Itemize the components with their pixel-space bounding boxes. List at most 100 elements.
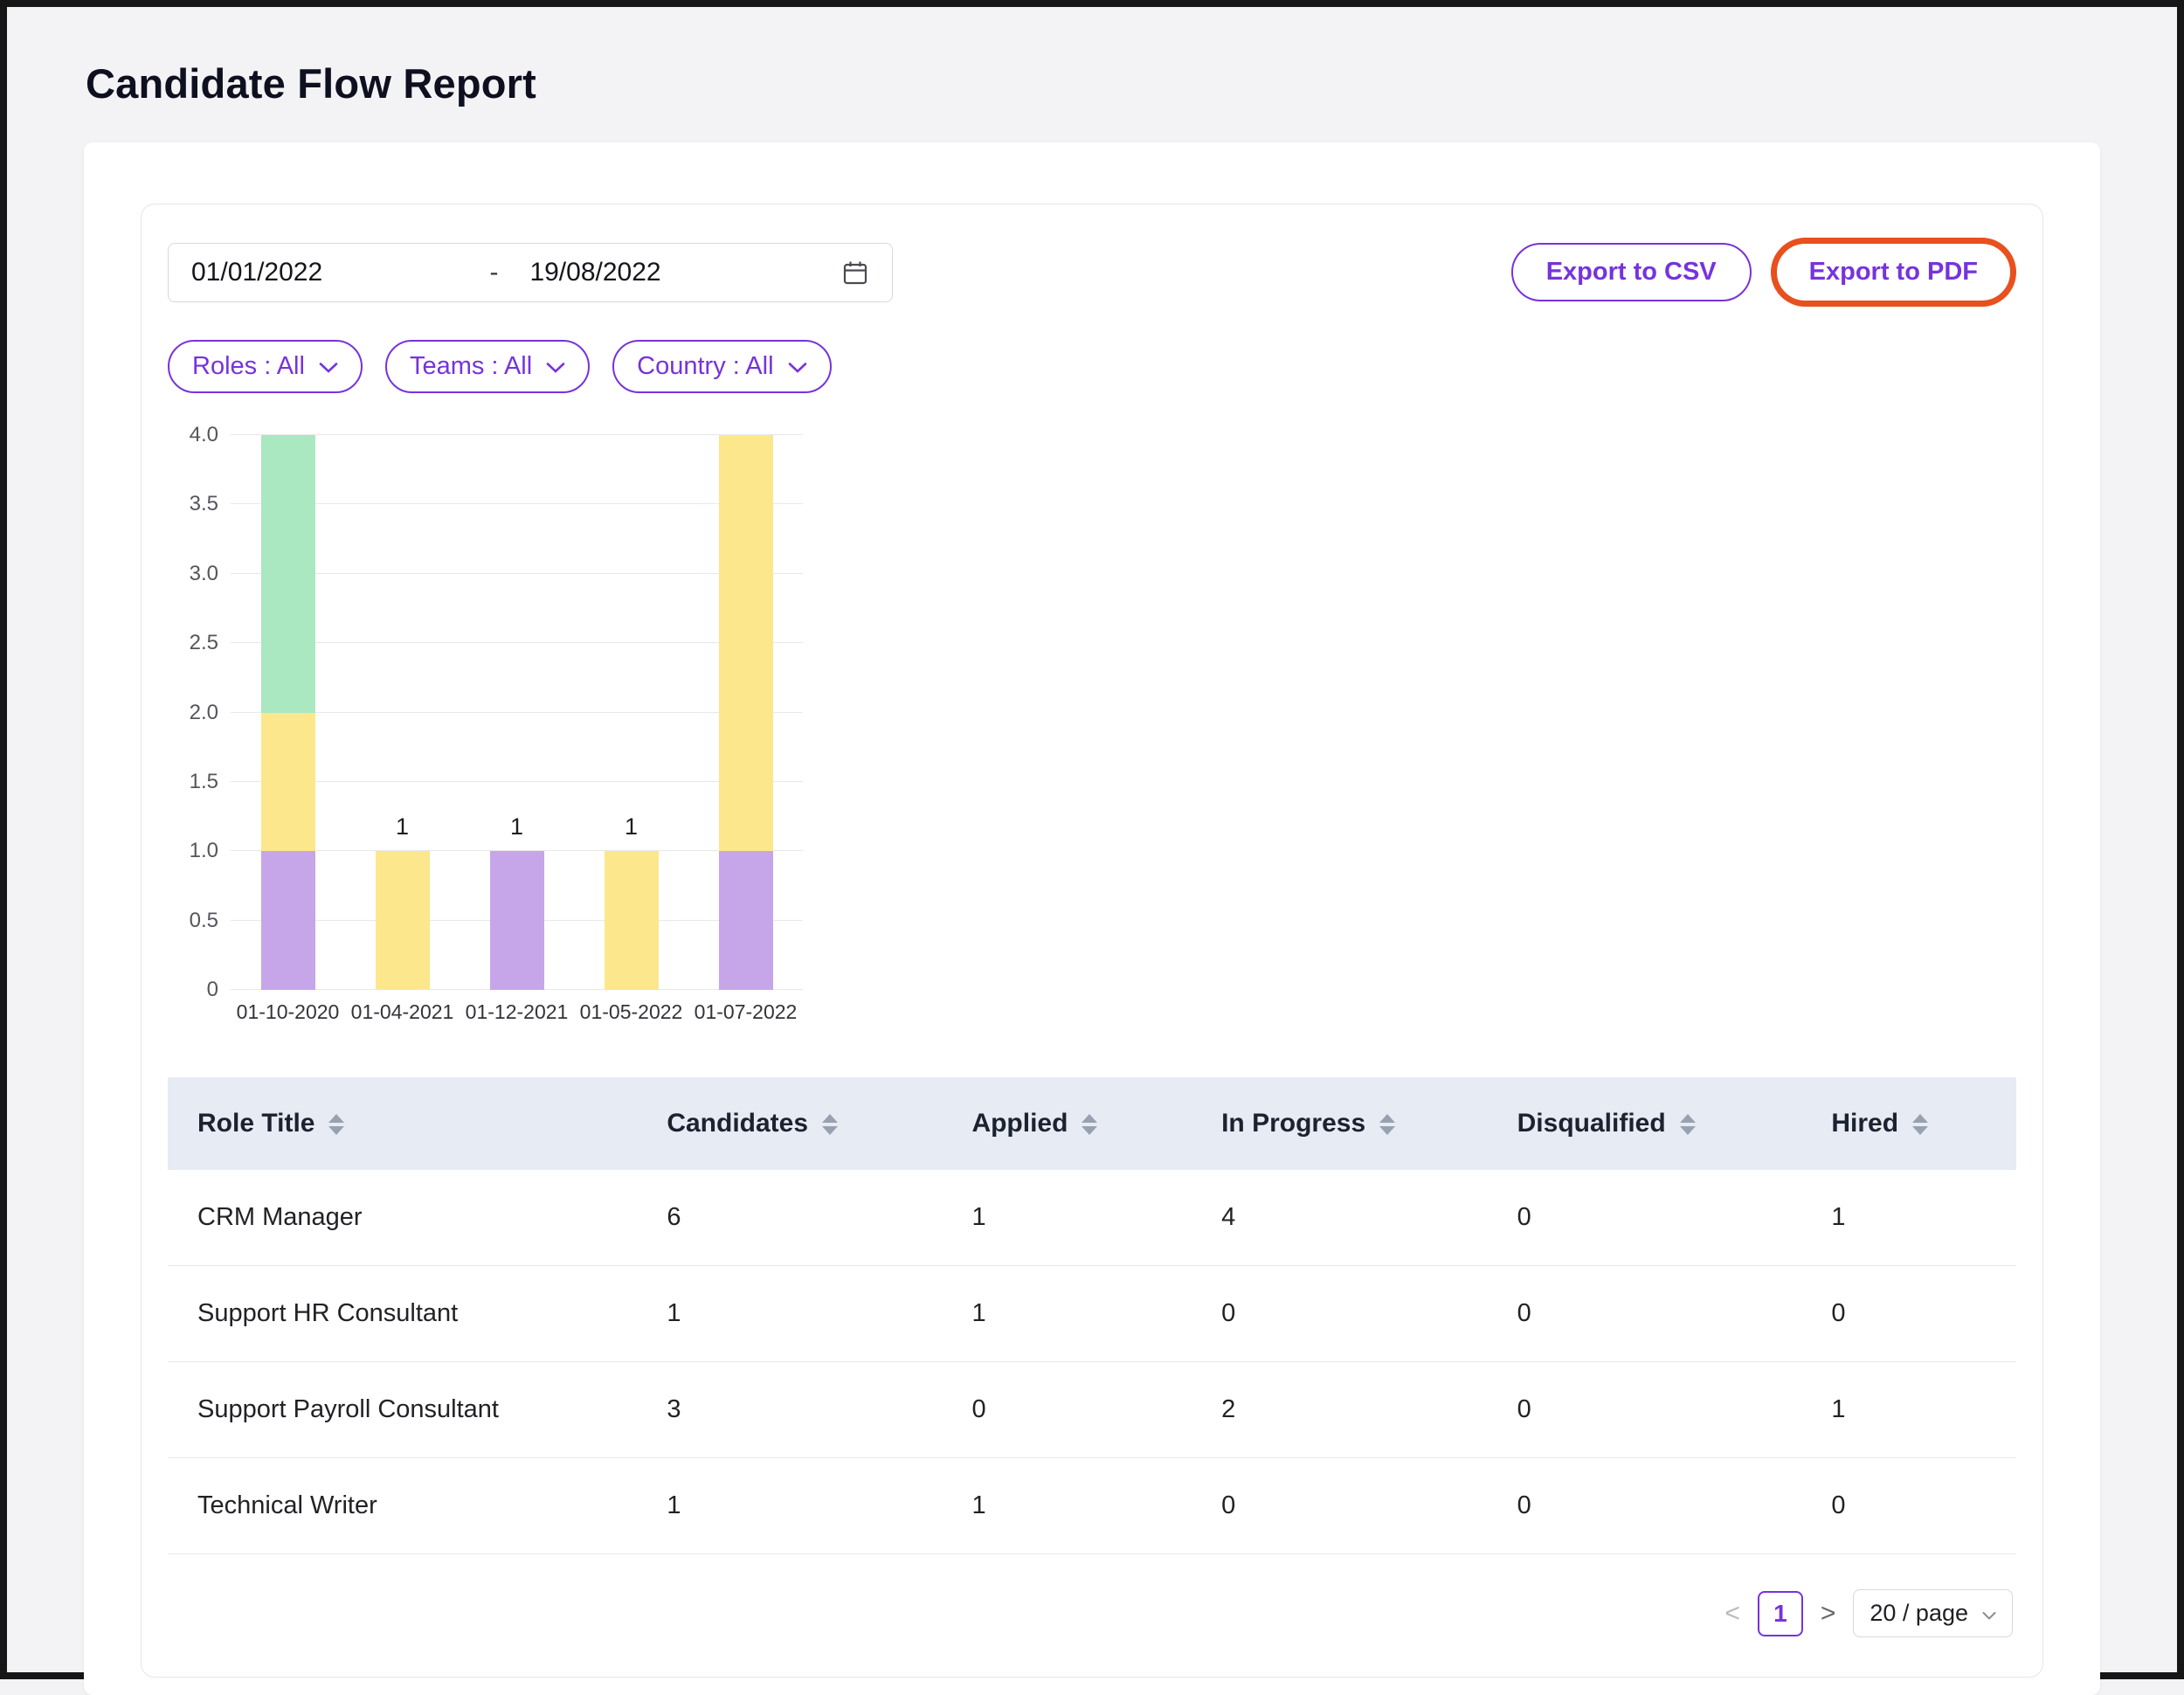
- chart-y-axis: 00.51.01.52.02.53.03.54.0: [168, 435, 231, 990]
- column-header-label: Disqualified: [1517, 1109, 1666, 1138]
- filter-country[interactable]: Country : All: [612, 340, 831, 393]
- gridline: [231, 642, 803, 643]
- filter-teams-label: Teams : All: [410, 352, 532, 381]
- chart-plot: 111: [231, 435, 803, 990]
- gridline: [231, 503, 803, 504]
- date-range-picker[interactable]: 01/01/2022 - 19/08/2022: [168, 243, 893, 302]
- pagination-prev-button[interactable]: <: [1724, 1601, 1740, 1627]
- table-cell: 1: [667, 1266, 971, 1362]
- pagination-next-button[interactable]: >: [1821, 1601, 1836, 1627]
- y-tick-label: 2.0: [190, 701, 218, 725]
- table-cell: 1: [1831, 1362, 2016, 1458]
- x-tick-label: 01-10-2020: [231, 1000, 345, 1024]
- chevron-down-icon: [319, 352, 338, 381]
- table-cell: Support HR Consultant: [168, 1266, 667, 1362]
- chevron-down-icon: [546, 352, 565, 381]
- report-card: 01/01/2022 - 19/08/2022 Export to CSV: [84, 142, 2100, 1695]
- pagination-page-button[interactable]: 1: [1758, 1591, 1803, 1636]
- export-csv-button[interactable]: Export to CSV: [1511, 243, 1752, 301]
- candidate-flow-chart: 00.51.01.52.02.53.03.54.0 111 01-10-2020…: [168, 435, 2016, 1032]
- table-cell: 1: [971, 1170, 1221, 1266]
- sort-icon[interactable]: [822, 1114, 838, 1135]
- page-size-select[interactable]: 20 / page: [1853, 1589, 2013, 1637]
- sort-icon[interactable]: [328, 1114, 344, 1135]
- table-cell: 0: [1517, 1266, 1832, 1362]
- y-tick-label: 3.5: [190, 492, 218, 516]
- chart-x-axis: 01-10-202001-04-202101-12-202101-05-2022…: [231, 990, 803, 1032]
- column-header-hired[interactable]: Hired: [1831, 1077, 2016, 1170]
- sort-icon[interactable]: [1912, 1114, 1928, 1135]
- chevron-down-icon: [1982, 1600, 1996, 1627]
- table-cell: Support Payroll Consultant: [168, 1362, 667, 1458]
- column-header-label: In Progress: [1221, 1109, 1365, 1138]
- x-tick-label: 01-07-2022: [688, 1000, 803, 1024]
- column-header-applied[interactable]: Applied: [971, 1077, 1221, 1170]
- chart-plot-area: 111 01-10-202001-04-202101-12-202101-05-…: [231, 435, 803, 1032]
- calendar-icon[interactable]: [841, 259, 869, 287]
- y-tick-label: 4.0: [190, 423, 218, 447]
- export-buttons-group: Export to CSV Export to PDF: [1511, 238, 2016, 307]
- column-header-label: Candidates: [667, 1109, 808, 1138]
- table-cell: 0: [1517, 1170, 1832, 1266]
- date-start-value[interactable]: 01/01/2022: [191, 258, 489, 287]
- report-panel: 01/01/2022 - 19/08/2022 Export to CSV: [141, 204, 2043, 1678]
- bar-segment-green: [261, 435, 315, 713]
- date-separator: -: [489, 258, 498, 287]
- bar-value-label: 1: [460, 813, 574, 841]
- table-cell: 1: [971, 1458, 1221, 1554]
- bar-segment-yellow: [605, 851, 659, 990]
- column-header-candidates[interactable]: Candidates: [667, 1077, 971, 1170]
- table-cell: 1: [1831, 1170, 2016, 1266]
- filter-teams[interactable]: Teams : All: [385, 340, 590, 393]
- y-tick-label: 0.5: [190, 909, 218, 933]
- table-header-row: Role TitleCandidates Applied In Progress Di…: [168, 1077, 2016, 1170]
- date-end-value[interactable]: 19/08/2022: [529, 258, 660, 287]
- gridline: [231, 434, 803, 435]
- gridline: [231, 781, 803, 782]
- y-tick-label: 1.5: [190, 770, 218, 794]
- gridline: [231, 573, 803, 574]
- page-size-value: 20 / page: [1870, 1600, 1968, 1627]
- table-cell: 2: [1221, 1362, 1517, 1458]
- table-body: CRM Manager61401Support HR Consultant110…: [168, 1170, 2016, 1554]
- bar-value-label: 1: [345, 813, 460, 841]
- chevron-down-icon: [788, 352, 807, 381]
- table-cell: 4: [1221, 1170, 1517, 1266]
- table-cell: 0: [1517, 1362, 1832, 1458]
- y-tick-label: 2.5: [190, 631, 218, 655]
- filter-roles[interactable]: Roles : All: [168, 340, 363, 393]
- sort-icon[interactable]: [1680, 1114, 1696, 1135]
- page: Candidate Flow Report 01/01/2022 - 19/08…: [7, 7, 2177, 1695]
- y-tick-label: 1.0: [190, 839, 218, 863]
- y-tick-label: 0: [207, 978, 218, 1002]
- table-row: CRM Manager61401: [168, 1170, 2016, 1266]
- filter-country-label: Country : All: [637, 352, 773, 381]
- sort-icon[interactable]: [1082, 1114, 1097, 1135]
- column-header-label: Applied: [971, 1109, 1068, 1138]
- table-cell: 0: [1517, 1458, 1832, 1554]
- bar-segment-yellow: [261, 713, 315, 852]
- table-cell: 0: [971, 1362, 1221, 1458]
- x-tick-label: 01-05-2022: [574, 1000, 688, 1024]
- export-pdf-button[interactable]: Export to PDF: [1778, 245, 2009, 300]
- table-row: Technical Writer11000: [168, 1458, 2016, 1554]
- column-header-in-progress[interactable]: In Progress: [1221, 1077, 1517, 1170]
- column-header-role-title[interactable]: Role Title: [168, 1077, 667, 1170]
- table-cell: 3: [667, 1362, 971, 1458]
- table-row: Support HR Consultant11000: [168, 1266, 2016, 1362]
- bar-segment-purple: [261, 851, 315, 990]
- bar-segment-yellow: [376, 851, 430, 990]
- sort-icon[interactable]: [1379, 1114, 1395, 1135]
- bar-segment-purple: [719, 851, 773, 990]
- x-tick-label: 01-04-2021: [345, 1000, 460, 1024]
- export-pdf-highlight-ring: Export to PDF: [1771, 238, 2016, 307]
- table-cell: 1: [667, 1458, 971, 1554]
- table-cell: 0: [1221, 1266, 1517, 1362]
- column-header-disqualified[interactable]: Disqualified: [1517, 1077, 1832, 1170]
- pagination: < 1 > 20 / page: [168, 1589, 2016, 1637]
- table-row: Support Payroll Consultant30201: [168, 1362, 2016, 1458]
- filters-row: Roles : All Teams : All Country : All: [168, 340, 2016, 393]
- bar-segment-purple: [490, 851, 544, 990]
- table-cell: 0: [1221, 1458, 1517, 1554]
- candidate-flow-table: Role TitleCandidates Applied In Progress Di…: [168, 1077, 2016, 1554]
